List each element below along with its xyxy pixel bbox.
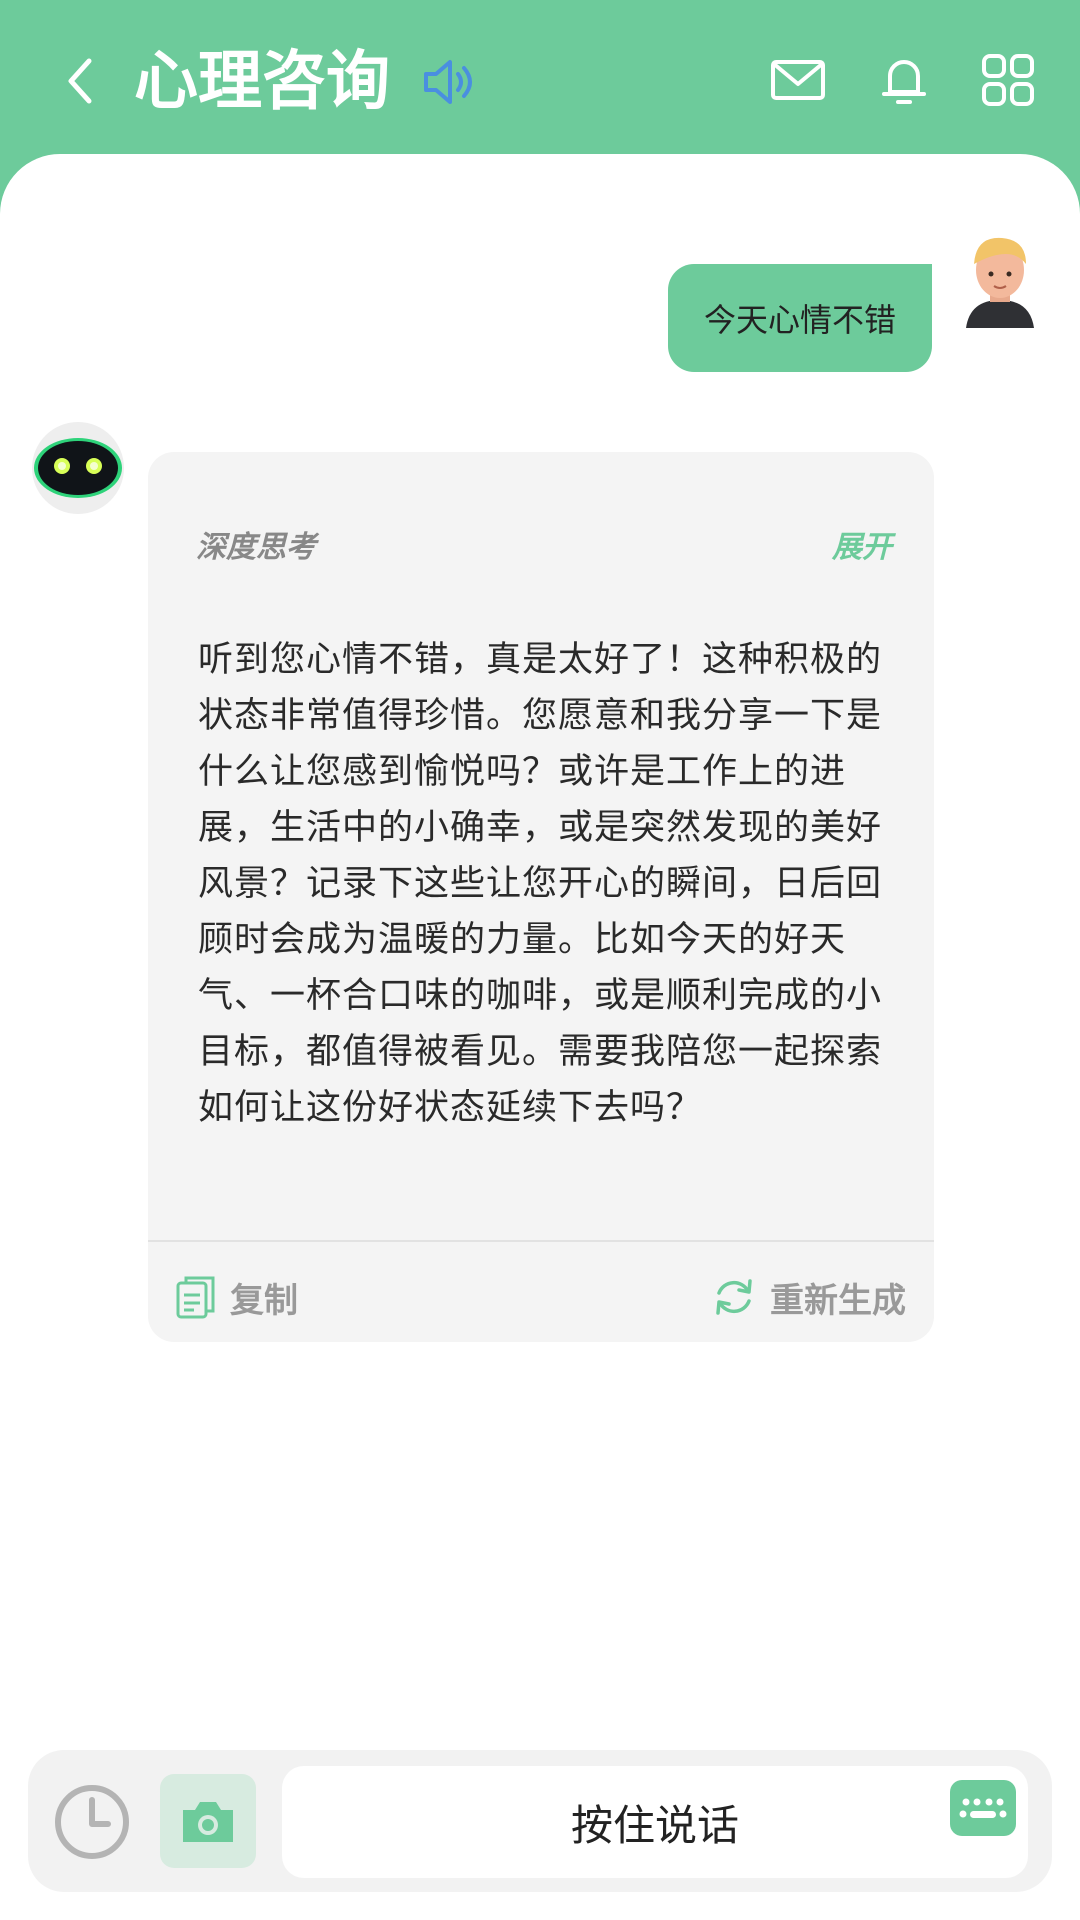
keyboard-icon[interactable] (950, 1780, 1016, 1836)
bell-icon[interactable] (876, 52, 932, 108)
deep-thinking-label: 深度思考 (196, 530, 316, 565)
copy-label: 复制 (230, 1280, 298, 1321)
hold-to-talk-button[interactable]: 按住说话 (282, 1766, 1028, 1878)
camera-icon (183, 1802, 233, 1842)
regenerate-label: 重新生成 (770, 1280, 906, 1321)
refresh-icon (716, 1279, 752, 1315)
hold-to-talk-label: 按住说话 (570, 1800, 739, 1850)
copy-button[interactable]: 复制 (176, 1262, 298, 1332)
speaker-icon[interactable] (420, 54, 476, 110)
regenerate-button[interactable]: 重新生成 (712, 1262, 906, 1332)
history-clock-icon[interactable] (52, 1782, 132, 1862)
input-bar: 按住说话 (28, 1750, 1052, 1892)
back-icon (68, 58, 92, 104)
bot-reply-text: 听到您心情不错，真是太好了！这种积极的状态非常值得珍惜。您愿意和我分享一下是什么… (198, 640, 883, 1128)
expand-button[interactable]: 展开 (832, 522, 892, 566)
page-title: 心理咨询 (134, 45, 390, 119)
bot-reply-card: 深度思考 展开 听到您心情不错，真是太好了！这种积极的状态非常值得珍惜。您愿意和… (148, 452, 934, 1342)
user-avatar[interactable] (960, 228, 1040, 328)
bot-avatar[interactable] (30, 420, 126, 516)
user-message-bubble: 今天心情不错 (668, 264, 932, 372)
back-button[interactable] (50, 48, 110, 114)
grid-menu-icon[interactable] (980, 52, 1036, 108)
copy-icon (176, 1276, 215, 1319)
card-divider (148, 1240, 934, 1242)
camera-button[interactable] (160, 1774, 256, 1868)
mail-icon[interactable] (770, 52, 826, 108)
